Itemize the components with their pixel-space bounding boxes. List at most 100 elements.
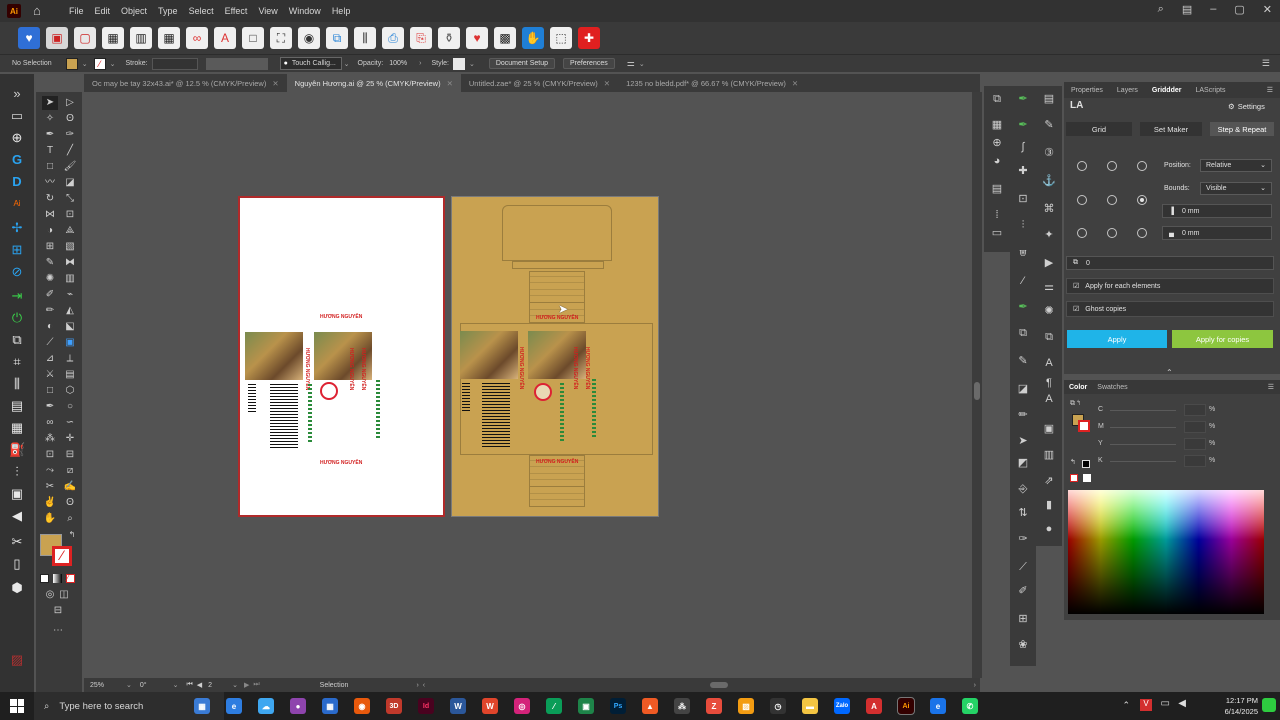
menu-window[interactable]: Window <box>289 6 321 16</box>
mesh-tool-icon[interactable]: ⊞ <box>42 240 58 254</box>
first-artboard-icon[interactable]: ⏮ <box>186 681 192 689</box>
columns-icon[interactable]: ⫼ <box>9 376 25 392</box>
qr-code-icon[interactable]: ▩ <box>494 27 516 49</box>
channel-y-slider[interactable] <box>1110 444 1176 445</box>
volume-icon[interactable]: ◀ <box>1178 698 1186 709</box>
app-green-icon[interactable]: ⁄ <box>546 698 562 714</box>
chevron-down-icon[interactable]: ⌄ <box>82 60 88 68</box>
letter-a-icon[interactable]: A <box>214 27 236 49</box>
preferences-button[interactable]: Preferences <box>563 58 615 69</box>
document-tab[interactable]: 1235 no bledd.pdf* @ 66.67 % (CMYK/Previ… <box>618 74 806 92</box>
reshape-tool-icon[interactable]: ⤳ <box>42 464 58 478</box>
edge-icon[interactable]: e <box>930 698 946 714</box>
more-tools-icon[interactable]: ⋯ <box>50 624 66 638</box>
vertical-scrollbar[interactable] <box>972 92 982 678</box>
eraser-icon[interactable]: ◪ <box>62 176 78 190</box>
task-view-icon[interactable]: ▦ <box>194 698 210 714</box>
shear-tool-icon[interactable]: ⟋ <box>42 336 58 350</box>
curve-icon[interactable]: ∫ <box>1015 140 1031 154</box>
artboard-1[interactable]: HƯƠNG NGUYÊN HƯƠNG NGUYÊN HƯƠNG NGUYÊN H… <box>238 196 445 517</box>
style-swatch[interactable] <box>452 57 465 70</box>
anchor-radio-tr[interactable] <box>1137 161 1147 171</box>
phone-app-icon[interactable]: ✆ <box>962 698 978 714</box>
line-tool-icon[interactable]: ╱ <box>62 144 78 158</box>
arrange-icon[interactable]: ▤ <box>1182 3 1192 16</box>
plugin-d-icon[interactable]: D <box>9 174 25 190</box>
swatch-icon[interactable]: ◪ <box>1015 382 1031 396</box>
globe-icon[interactable]: ⊕ <box>989 136 1005 150</box>
chevron-down-icon[interactable]: ⌄ <box>110 60 116 68</box>
cursor-icon[interactable]: ➤ <box>1015 434 1031 448</box>
file-explorer-icon[interactable]: ▬ <box>802 698 818 714</box>
wand-icon[interactable]: ✦ <box>1041 228 1057 242</box>
document-tab[interactable]: Oc may be tay 32x43.ai* @ 12.5 % (CMYK/P… <box>84 74 287 92</box>
vertical-gap-input[interactable]: ▄ 0 mm <box>1162 226 1272 240</box>
default-colors-icon[interactable]: ↰ <box>1070 458 1076 466</box>
palette-icon[interactable]: ❀ <box>1015 638 1031 652</box>
tab-color[interactable]: Color <box>1064 384 1092 391</box>
channel-c-slider[interactable] <box>1110 410 1176 411</box>
layers-icon[interactable]: ⧉ <box>9 332 25 348</box>
horizontal-scroll-thumb[interactable] <box>710 682 728 688</box>
tab-griddder[interactable]: Griddder <box>1145 87 1189 94</box>
magnet-icon[interactable]: ⩐ <box>1015 246 1031 260</box>
crop-image-icon[interactable]: ⊡ <box>42 448 58 462</box>
document-tab-active[interactable]: Nguyên Hương.ai @ 25 % (CMYK/Preview) ✕ <box>286 74 461 92</box>
rows-icon[interactable]: ▤ <box>9 398 25 414</box>
minimize-icon[interactable]: – <box>1210 3 1216 16</box>
print-tiling-icon[interactable]: ⊟ <box>62 448 78 462</box>
settings-button[interactable]: ⚙ Settings <box>1228 102 1265 111</box>
chart-icon[interactable]: ▥ <box>1041 448 1057 462</box>
tab-layers[interactable]: Layers <box>1110 87 1145 94</box>
plus-icon[interactable]: ✚ <box>1015 164 1031 178</box>
color-mode-icon[interactable] <box>40 574 49 583</box>
draw-behind-icon[interactable]: ◫ <box>56 588 72 602</box>
menu-object[interactable]: Object <box>121 6 147 16</box>
3d-app-icon[interactable]: 3D <box>386 698 402 714</box>
menu-help[interactable]: Help <box>332 6 351 16</box>
3d-icon[interactable]: ③ <box>1041 146 1057 160</box>
anchor-radio-bc[interactable] <box>1107 228 1117 238</box>
indesign-icon[interactable]: Id <box>418 698 434 714</box>
chevron-right-icon[interactable]: › <box>419 60 421 67</box>
network-icon[interactable]: ▭ <box>1161 698 1170 709</box>
brush-icon[interactable]: ✎ <box>1041 118 1057 132</box>
image-icon[interactable]: ▣ <box>1041 422 1057 436</box>
measure-tool-icon[interactable]: ⟂ <box>62 352 78 366</box>
chevron-down-icon[interactable]: ⌄ <box>126 681 132 689</box>
gradient-mode-icon[interactable] <box>53 574 62 583</box>
chevron-down-icon[interactable]: ⌄ <box>639 60 645 68</box>
ghost-copies-checkbox[interactable]: ☑ Ghost copies <box>1066 301 1274 317</box>
clock[interactable]: 12:17 PM 6/14/2025 <box>1225 695 1258 717</box>
channel-y-input[interactable] <box>1184 438 1206 450</box>
blend-tool-icon[interactable]: ⧓ <box>62 256 78 270</box>
hand-tool-icon[interactable]: ✋ <box>42 512 58 526</box>
crosshair-icon[interactable]: ✢ <box>9 220 25 236</box>
color-spectrum[interactable] <box>1068 490 1264 614</box>
align-icon[interactable]: ⫶ <box>9 464 25 480</box>
paint-bucket-icon[interactable]: ⛽ <box>9 442 25 458</box>
column-graph-icon[interactable]: ▥ <box>62 272 78 286</box>
frame-red-icon[interactable]: ▣ <box>46 27 68 49</box>
next-artboard-icon[interactable]: ▶ <box>244 681 249 689</box>
channel-m-slider[interactable] <box>1110 427 1176 428</box>
slice-tool-icon[interactable]: ⊿ <box>42 352 58 366</box>
acrobat-icon[interactable]: A <box>866 698 882 714</box>
document-setup-button[interactable]: Document Setup <box>488 58 555 69</box>
links-icon[interactable]: ⌘ <box>1041 202 1057 216</box>
close-icon[interactable]: ✕ <box>792 79 798 88</box>
stroke-color-swatch[interactable]: ⁄ <box>52 546 72 566</box>
gradient-icon[interactable]: ▮ <box>1041 498 1057 512</box>
close-icon[interactable]: ✕ <box>447 79 453 88</box>
pencil-tool-icon[interactable]: ✏ <box>42 304 58 318</box>
menu-edit[interactable]: Edit <box>95 6 111 16</box>
chevron-down-icon[interactable]: ⌄ <box>344 60 350 68</box>
magic-hand-icon[interactable]: ✌ <box>42 496 58 510</box>
bounds-select[interactable]: Visible ⌄ <box>1200 181 1272 195</box>
crop-icon[interactable]: ⛶ <box>270 27 292 49</box>
close-icon[interactable]: ✕ <box>272 79 278 88</box>
screen-mode-icon[interactable]: ⊟ <box>50 604 66 618</box>
swap-colors-icon[interactable]: ↰ <box>64 528 80 542</box>
calculator-icon[interactable]: ▦ <box>322 698 338 714</box>
lasso-icon[interactable]: ʘ <box>62 112 78 126</box>
